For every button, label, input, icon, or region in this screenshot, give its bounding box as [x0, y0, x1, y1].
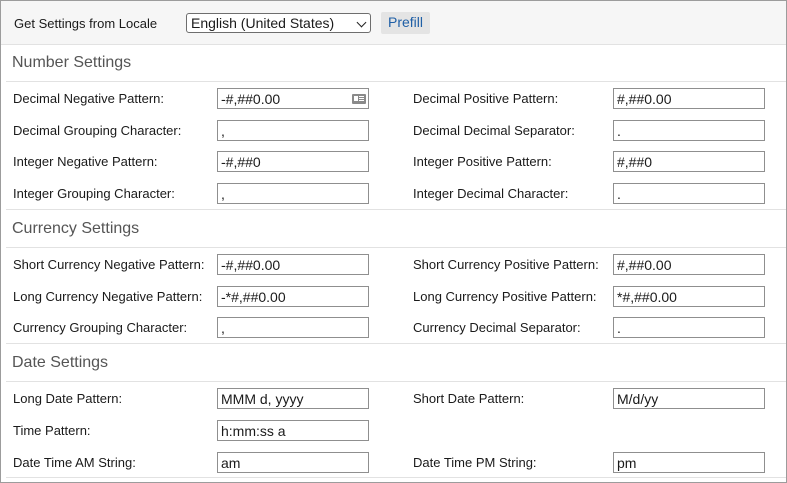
short-currency-positive-input[interactable]: #,##0.00 — [613, 254, 765, 275]
pm-string-label: Date Time PM String: — [413, 455, 537, 470]
currency-decimal-separator-input[interactable]: . — [613, 317, 765, 338]
divider — [6, 477, 786, 478]
date-settings-heading: Date Settings — [12, 354, 109, 371]
currency-decimal-separator-label: Currency Decimal Separator: — [413, 320, 581, 335]
long-currency-positive-label: Long Currency Positive Pattern: — [413, 289, 597, 304]
short-currency-negative-label: Short Currency Negative Pattern: — [13, 257, 205, 272]
short-currency-positive-label: Short Currency Positive Pattern: — [413, 257, 599, 272]
time-pattern-input[interactable]: h:mm:ss a — [217, 420, 369, 441]
divider — [6, 81, 786, 82]
time-pattern-label: Time Pattern: — [13, 423, 91, 438]
decimal-separator-label: Decimal Decimal Separator: — [413, 123, 575, 138]
locale-settings-panel: Get Settings from Locale English (United… — [0, 0, 787, 483]
long-date-input[interactable]: MMM d, yyyy — [217, 388, 369, 409]
long-currency-negative-input[interactable]: -*#,##0.00 — [217, 286, 369, 307]
integer-positive-input[interactable]: #,##0 — [613, 151, 765, 172]
short-date-input[interactable]: M/d/yy — [613, 388, 765, 409]
short-date-label: Short Date Pattern: — [413, 391, 525, 406]
locale-label: Get Settings from Locale — [14, 16, 158, 31]
locale-select[interactable]: English (United States) — [186, 13, 371, 33]
am-string-input[interactable]: am — [217, 452, 369, 473]
locale-bar: Get Settings from Locale English (United… — [1, 1, 786, 45]
contact-card-icon[interactable] — [352, 94, 366, 104]
decimal-negative-input[interactable]: -#,##0.00 — [217, 88, 369, 109]
pm-string-input[interactable]: pm — [613, 452, 765, 473]
decimal-separator-input[interactable]: . — [613, 120, 765, 141]
decimal-positive-label: Decimal Positive Pattern: — [413, 91, 559, 106]
divider — [6, 381, 786, 382]
chevron-down-icon — [356, 17, 367, 28]
short-currency-negative-input[interactable]: -#,##0.00 — [217, 254, 369, 275]
locale-select-value: English (United States) — [191, 15, 335, 31]
decimal-grouping-input[interactable]: , — [217, 120, 369, 141]
integer-grouping-label: Integer Grouping Character: — [13, 186, 175, 201]
currency-settings-heading: Currency Settings — [12, 220, 140, 237]
number-settings-heading: Number Settings — [12, 54, 132, 71]
prefill-button[interactable]: Prefill — [381, 12, 430, 34]
integer-negative-label: Integer Negative Pattern: — [13, 154, 158, 169]
integer-decimal-label: Integer Decimal Character: — [413, 186, 569, 201]
currency-grouping-input[interactable]: , — [217, 317, 369, 338]
integer-grouping-input[interactable]: , — [217, 183, 369, 204]
divider — [6, 209, 786, 210]
am-string-label: Date Time AM String: — [13, 455, 136, 470]
long-date-label: Long Date Pattern: — [13, 391, 123, 406]
decimal-positive-input[interactable]: #,##0.00 — [613, 88, 765, 109]
currency-grouping-label: Currency Grouping Character: — [13, 320, 188, 335]
decimal-negative-label: Decimal Negative Pattern: — [13, 91, 165, 106]
integer-negative-input[interactable]: -#,##0 — [217, 151, 369, 172]
decimal-negative-value: -#,##0.00 — [221, 91, 281, 107]
decimal-grouping-label: Decimal Grouping Character: — [13, 123, 182, 138]
divider — [6, 247, 786, 248]
long-currency-negative-label: Long Currency Negative Pattern: — [13, 289, 203, 304]
integer-positive-label: Integer Positive Pattern: — [413, 154, 552, 169]
long-currency-positive-input[interactable]: *#,##0.00 — [613, 286, 765, 307]
integer-decimal-input[interactable]: . — [613, 183, 765, 204]
divider — [6, 343, 786, 344]
